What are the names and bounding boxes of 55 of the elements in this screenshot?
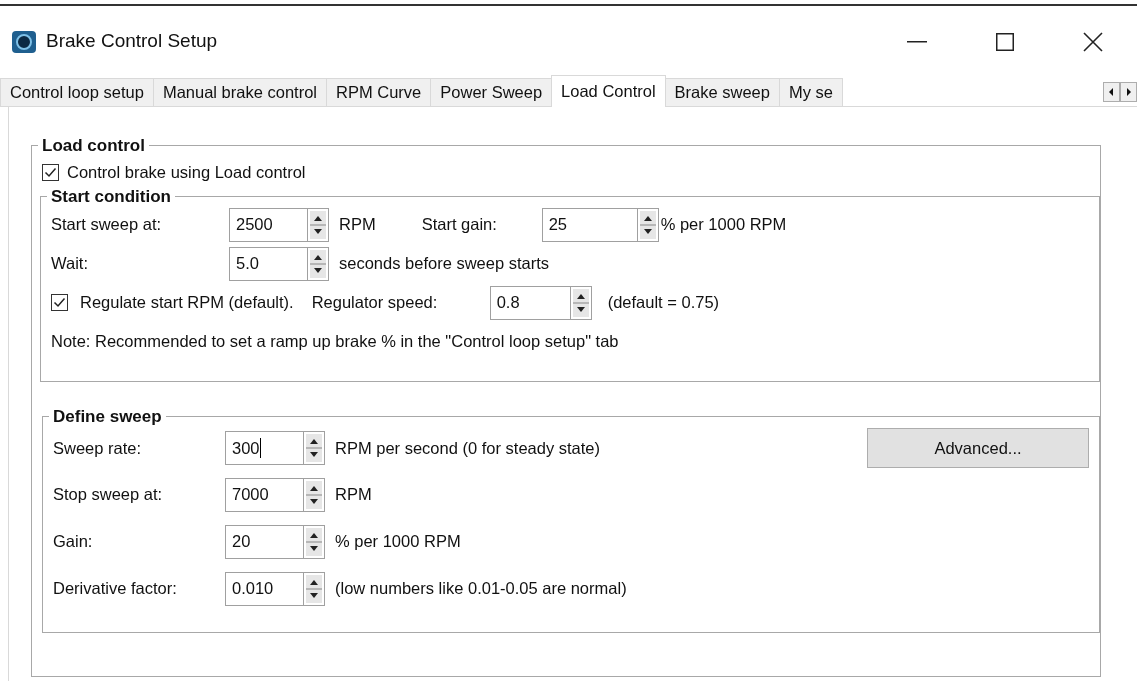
scroll-left-icon[interactable] — [1103, 81, 1120, 102]
field-label: Sweep rate: — [53, 437, 143, 459]
spin-field[interactable]: 20 — [225, 524, 303, 559]
tab[interactable]: My se — [778, 78, 843, 106]
group-title: Load control — [41, 137, 146, 154]
minimize-icon[interactable] — [907, 40, 927, 43]
tab[interactable]: Manual brake control — [152, 78, 327, 106]
group-title: Start condition — [50, 188, 172, 205]
unit-label: % per 1000 RPM — [660, 214, 787, 236]
field-label: Start sweep at: — [51, 214, 163, 236]
spin-buttons[interactable] — [307, 246, 329, 281]
checkbox-label: Control brake using Load control — [67, 161, 306, 183]
tab[interactable]: Power Sweep — [430, 78, 553, 106]
close-icon[interactable] — [1083, 31, 1103, 52]
spin-field[interactable]: 2500 — [229, 207, 307, 242]
field-label: Gain: — [53, 531, 94, 553]
scroll-right-icon[interactable] — [1120, 81, 1137, 102]
group-title: Define sweep — [52, 408, 163, 425]
unit-label: % per 1000 RPM — [335, 531, 461, 553]
spin-field[interactable]: 300 — [225, 431, 303, 465]
checkbox[interactable] — [42, 163, 59, 181]
spin-field[interactable]: 5.0 — [229, 246, 307, 281]
field-label: Wait: — [51, 253, 89, 275]
spin-field[interactable]: 25 — [541, 207, 637, 242]
checkbox[interactable] — [51, 294, 68, 311]
tab[interactable]: Load Control — [551, 75, 666, 107]
field-label: Derivative factor: — [53, 578, 178, 600]
advanced-button[interactable]: Advanced... — [867, 428, 1089, 468]
spin-buttons[interactable] — [303, 477, 325, 512]
spin-buttons[interactable] — [303, 571, 325, 606]
window-title: Brake Control Setup — [46, 29, 218, 54]
spin-field[interactable]: 7000 — [225, 477, 303, 512]
hint-text: (default = 0.75) — [607, 292, 720, 314]
checkbox-label: Regulate start RPM (default). — [80, 292, 294, 314]
note-text: Note: Recommended to set a ramp up brake % in the "Control loop setup" tab — [51, 331, 619, 353]
spin-buttons[interactable] — [307, 207, 329, 242]
field-label: Start gain: — [421, 214, 498, 236]
maximize-icon[interactable] — [996, 32, 1014, 51]
spin-field[interactable]: 0.010 — [225, 571, 303, 606]
field-label: Stop sweep at: — [53, 484, 164, 506]
unit-label: RPM — [339, 214, 376, 236]
spin-buttons[interactable] — [303, 431, 325, 465]
field-label: Regulator speed: — [311, 292, 439, 314]
tab[interactable]: Control loop setup — [0, 78, 154, 106]
spin-field[interactable]: 0.8 — [489, 285, 570, 320]
app-icon — [12, 30, 36, 53]
unit-label: RPM — [335, 484, 372, 506]
spin-buttons[interactable] — [636, 207, 659, 242]
spin-buttons[interactable] — [569, 285, 592, 320]
unit-label: (low numbers like 0.01-0.05 are normal) — [335, 578, 627, 600]
tab[interactable]: Brake sweep — [664, 78, 780, 106]
unit-label: seconds before sweep starts — [339, 253, 550, 275]
tab[interactable]: RPM Curve — [326, 78, 432, 106]
unit-label: RPM per second (0 for steady state) — [335, 437, 601, 459]
spin-buttons[interactable] — [303, 524, 325, 559]
